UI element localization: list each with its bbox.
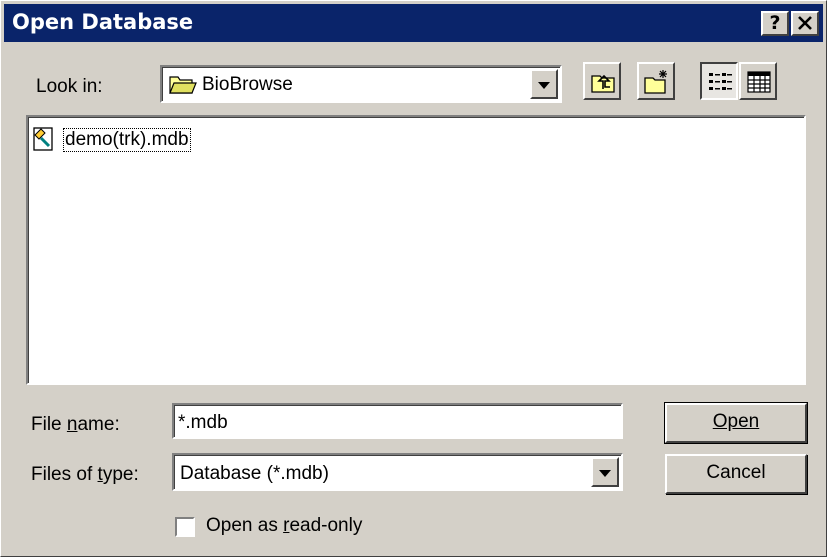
look-in-label-text: Look in: bbox=[36, 76, 103, 97]
open-button[interactable]: Open bbox=[664, 402, 808, 444]
window-title: Open Database bbox=[12, 10, 194, 34]
look-in-dropdown-button[interactable] bbox=[530, 69, 558, 99]
file-name-value: *.mdb bbox=[178, 412, 228, 433]
list-view-icon bbox=[709, 73, 732, 90]
read-only-checkbox[interactable] bbox=[175, 517, 195, 537]
files-of-type-value: Database (*.mdb) bbox=[180, 463, 329, 484]
files-of-type-combo[interactable]: Database (*.mdb) bbox=[172, 453, 623, 491]
up-one-level-button[interactable] bbox=[583, 62, 621, 100]
open-button-label: Open bbox=[712, 411, 760, 432]
look-in-value: BioBrowse bbox=[202, 74, 293, 95]
open-database-dialog: Open Database ? Look in: BioBrowse demo(… bbox=[0, 0, 827, 557]
create-new-folder-icon bbox=[644, 70, 667, 94]
up-one-level-icon bbox=[591, 74, 615, 93]
cancel-button-label: Cancel bbox=[706, 462, 766, 483]
details-view-button[interactable] bbox=[739, 62, 777, 100]
close-icon bbox=[798, 16, 812, 30]
list-view-button[interactable] bbox=[700, 62, 738, 100]
help-button[interactable]: ? bbox=[761, 11, 789, 36]
cancel-button[interactable]: Cancel bbox=[665, 454, 807, 494]
file-name-field[interactable]: *.mdb bbox=[172, 403, 623, 439]
details-view-icon bbox=[747, 71, 771, 93]
folder-open-icon bbox=[169, 76, 197, 94]
file-name-text: demo(trk).mdb bbox=[63, 128, 191, 152]
files-of-type-dropdown-button[interactable] bbox=[591, 457, 619, 487]
file-list[interactable]: demo(trk).mdb bbox=[26, 115, 806, 385]
title-bar[interactable]: Open Database ? bbox=[4, 4, 823, 42]
create-new-folder-button[interactable] bbox=[637, 62, 675, 100]
read-only-label[interactable]: Open as read-only bbox=[206, 515, 362, 537]
look-in-combo[interactable]: BioBrowse bbox=[160, 65, 562, 103]
close-button[interactable] bbox=[791, 11, 819, 36]
look-in-label: Look in: bbox=[36, 76, 103, 98]
file-name-label: File name: bbox=[31, 414, 120, 435]
database-file-icon bbox=[33, 127, 53, 151]
files-of-type-label: Files of type: bbox=[31, 464, 139, 485]
